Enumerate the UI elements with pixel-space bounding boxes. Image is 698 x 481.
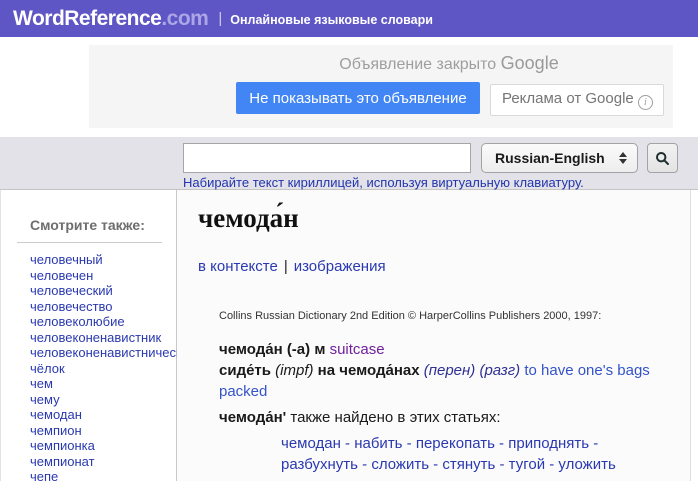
sidebar-word-link[interactable]: человечество — [30, 299, 113, 314]
related-word-link[interactable]: сложить — [371, 456, 429, 473]
list-item: человечный — [30, 252, 176, 268]
list-item: чем — [30, 376, 176, 392]
sidebar-word-link[interactable]: человеческий — [30, 283, 113, 298]
see-also-list: человечный человечен человеческий челове… — [30, 252, 176, 481]
related-word-link[interactable]: разбухнуть — [281, 456, 358, 473]
sidebar-heading: Смотрите также: — [30, 217, 176, 233]
related-word-link[interactable]: чемодан — [281, 435, 341, 452]
related-word-link[interactable]: стянуть — [442, 456, 495, 473]
header-separator: | — [218, 10, 222, 27]
sidebar-word-link[interactable]: чёлок — [30, 361, 65, 376]
sidebar-word-link[interactable]: чепе — [30, 469, 58, 481]
related-word-link[interactable]: приподнять — [508, 435, 589, 452]
sidebar: Смотрите также: человечный человечен чел… — [1, 190, 177, 481]
list-item: чемодан — [30, 407, 176, 423]
sidebar-word-link[interactable]: человеконенавистник — [30, 330, 161, 345]
info-icon[interactable]: i — [638, 95, 653, 110]
list-item: человеколюбие — [30, 314, 176, 330]
sidebar-word-link[interactable]: чем — [30, 376, 53, 391]
related-word-link[interactable]: перекопать — [416, 435, 495, 452]
virtual-keyboard-link[interactable]: Набирайте текст кириллицей, используя ви… — [183, 175, 584, 190]
ads-by-google-button[interactable]: Реклама от Google i — [490, 84, 664, 116]
ad-closed-message: Объявление закрыто Google — [249, 53, 649, 74]
brand-name: WordReference — [13, 7, 161, 30]
sidebar-word-link[interactable]: чемодан — [30, 407, 82, 422]
ad-banner: Объявление закрыто Google Не показывать … — [89, 45, 673, 128]
dictionary-entry: чемода́н (-а) м suitcase сиде́ть (impf) … — [219, 339, 667, 475]
sidebar-word-link[interactable]: человечный — [30, 252, 103, 267]
site-logo[interactable]: WordReference.com — [13, 7, 208, 31]
ad-buttons-row: Не показывать это объявление Реклама от … — [236, 82, 664, 116]
site-header: WordReference.com | Онлайновые языковые … — [0, 0, 698, 37]
related-word-link[interactable]: уложить — [558, 456, 615, 473]
entry-register-label-2: (разг) — [479, 362, 520, 379]
ad-closed-text: Объявление закрыто — [339, 56, 496, 73]
main-content: чемода́н в контексте | изображения Collins… — [177, 190, 691, 481]
list-item: чемпионка — [30, 438, 176, 454]
list-item: чепе — [30, 469, 176, 481]
list-item: чемпион — [30, 423, 176, 439]
entry-aspect-label: (impf) — [275, 362, 313, 379]
site-tagline: Онлайновые языковые словари — [230, 11, 433, 27]
dismiss-ad-button[interactable]: Не показывать это объявление — [236, 82, 480, 114]
also-found-text: также найдено в этих статьях: — [286, 409, 500, 426]
list-item: человечен — [30, 268, 176, 284]
search-section: Russian-English Набирайте текст кириллиц… — [0, 137, 698, 190]
sidebar-word-link[interactable]: человечен — [30, 268, 93, 283]
list-item: чемпионат — [30, 454, 176, 470]
page-title-headword: чемода́н — [198, 203, 690, 234]
list-item: человеконенавистник — [30, 330, 176, 346]
sidebar-word-link[interactable]: чему — [30, 392, 60, 407]
dictionary-select[interactable]: Russian-English — [481, 143, 638, 173]
entry-phrase: на чемода́нах — [318, 362, 420, 379]
search-input[interactable] — [183, 143, 471, 173]
sidebar-word-link[interactable]: чемпионка — [30, 438, 95, 453]
sidebar-word-link[interactable]: человеконенавистнический — [30, 345, 196, 360]
magnifier-icon — [655, 151, 670, 166]
list-item: человечество — [30, 299, 176, 315]
images-link[interactable]: изображения — [294, 258, 386, 275]
related-word-link[interactable]: набить — [354, 435, 402, 452]
list-item: чёлок — [30, 361, 176, 377]
search-button[interactable] — [647, 143, 678, 173]
google-wordmark: Google — [501, 53, 559, 73]
body-row: Смотрите также: человечный человечен чел… — [0, 190, 698, 481]
entry-headword: чемода́н — [219, 341, 283, 358]
sidebar-word-link[interactable]: чемпионат — [30, 454, 95, 469]
dictionary-select-value: Russian-English — [495, 150, 619, 166]
entry-line-1: чемода́н (-а) м suitcase — [219, 339, 667, 360]
ads-by-google-label: Реклама от Google — [502, 90, 634, 107]
sidebar-divider — [17, 242, 162, 243]
list-item: человеческий — [30, 283, 176, 299]
entry-register-label-1: (перен) — [424, 362, 476, 379]
list-item: чему — [30, 392, 176, 408]
entry-inflection: (-а) — [287, 341, 310, 358]
translation-link-suitcase[interactable]: suitcase — [330, 341, 385, 358]
sidebar-word-link[interactable]: чемпион — [30, 423, 82, 438]
list-item: человеконенавистнический — [30, 345, 176, 361]
context-links-row: в контексте | изображения — [198, 258, 690, 275]
sidebar-word-link[interactable]: человеколюбие — [30, 314, 125, 329]
entry-line-2: сиде́ть (impf) на чемода́нах (перен) (ра… — [219, 360, 667, 402]
also-found-word: чемода́н' — [219, 409, 286, 426]
in-context-link[interactable]: в контексте — [198, 258, 278, 275]
select-arrows-icon — [619, 152, 627, 164]
links-separator: | — [284, 258, 288, 275]
entry-gender: м — [314, 341, 325, 358]
related-word-link[interactable]: тугой — [509, 456, 545, 473]
page: WordReference.com | Онлайновые языковые … — [0, 0, 698, 481]
also-found-line: чемода́н' также найдено в этих статьях: — [219, 407, 667, 428]
dictionary-attribution: Collins Russian Dictionary 2nd Edition ©… — [219, 310, 690, 322]
brand-suffix: .com — [161, 7, 208, 30]
related-links: чемодан - набить - перекопать - приподня… — [281, 433, 667, 475]
entry-verb: сиде́ть — [219, 362, 271, 379]
